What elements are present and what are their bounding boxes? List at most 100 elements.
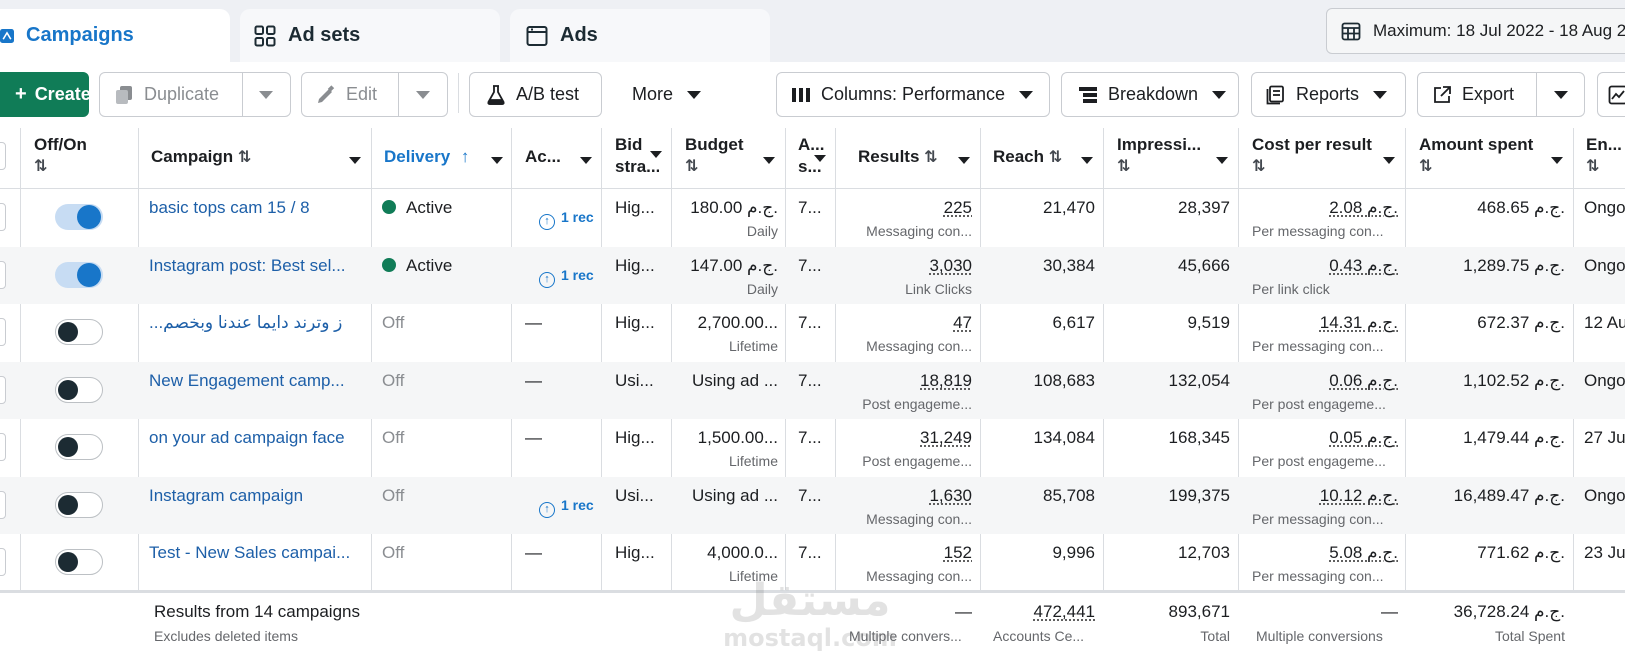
column-header-results-chevron-icon[interactable]	[958, 157, 970, 164]
column-header-impressions-chevron-icon[interactable]	[1216, 157, 1228, 164]
cost-per-result-value[interactable]: 0.06 ج.م.	[1248, 370, 1398, 392]
column-header-impressions[interactable]: Impressi... ⇅	[1117, 134, 1217, 178]
column-header-reach[interactable]: Reach ⇅	[993, 146, 1073, 169]
column-header-amount-spent-chevron-icon[interactable]	[1551, 157, 1563, 164]
budget-value: 4,000.0...	[680, 542, 778, 564]
recommendation-badge[interactable]: ↑ 1 rec	[539, 267, 601, 288]
campaign-name-link[interactable]: Instagram campaign	[149, 485, 359, 507]
export-dropdown-chevron-icon[interactable]	[1554, 91, 1568, 99]
row-select-checkbox[interactable]	[0, 433, 6, 461]
delivery-status-label: Off	[382, 428, 404, 447]
cost-per-result-value[interactable]: 5.08 ج.م.	[1248, 542, 1398, 564]
column-header-attribution-chevron-icon[interactable]	[814, 155, 826, 162]
table-row[interactable]: ...ز وترند دايما عندنا وبخصم Off — Hig... 2,…	[0, 304, 1625, 361]
ads-icon	[526, 25, 548, 47]
table-row[interactable]: on your ad campaign face Off — Hig... 1,500.…	[0, 419, 1625, 476]
cost-per-result-value[interactable]: 0.43 ج.م.	[1248, 255, 1398, 277]
campaign-on-off-toggle[interactable]	[55, 319, 103, 345]
row-select-checkbox[interactable]	[0, 548, 6, 576]
ends-value: 27 Jun	[1584, 427, 1625, 449]
tab-ad-sets[interactable]: Ad sets	[240, 9, 500, 62]
column-header-cost-per-result[interactable]: Cost per result ⇅	[1252, 134, 1392, 178]
sort-icon: ⇅	[1586, 156, 1625, 178]
select-all-checkbox[interactable]	[0, 142, 6, 170]
table-row[interactable]: Test - New Sales campai... Off — Hig... 4,00…	[0, 534, 1625, 591]
create-button[interactable]: + Create	[0, 72, 89, 117]
column-header-bid-strategy-chevron-icon[interactable]	[650, 151, 662, 158]
date-range-picker[interactable]: Maximum: 18 Jul 2022 - 18 Aug 2022	[1326, 8, 1625, 54]
campaign-on-off-toggle[interactable]	[55, 434, 103, 460]
column-header-budget-chevron-icon[interactable]	[763, 157, 775, 164]
column-header-actions[interactable]: Ac...	[525, 146, 573, 168]
results-value[interactable]: 1,630	[845, 485, 972, 507]
campaign-name-link[interactable]: Instagram post: Best sel...	[149, 255, 359, 277]
row-select-checkbox[interactable]	[0, 491, 6, 519]
budget-value: 180.00 ج.م.	[680, 197, 778, 219]
column-header-delivery[interactable]: Delivery ↑	[384, 146, 484, 168]
tab-campaigns[interactable]: Campaigns	[0, 9, 230, 62]
results-value[interactable]: 31,249	[845, 427, 972, 449]
tab-ads[interactable]: Ads	[510, 9, 770, 62]
table-row[interactable]: New Engagement camp... Off — Usi... Using ad…	[0, 362, 1625, 419]
results-value[interactable]: 47	[845, 312, 972, 334]
row-select-checkbox[interactable]	[0, 203, 6, 231]
cost-per-result-value[interactable]: 14.31 ج.م.	[1248, 312, 1398, 334]
campaign-on-off-toggle[interactable]	[55, 377, 103, 403]
recommendation-badge[interactable]: ↑ 1 rec	[539, 497, 601, 518]
campaign-name-link[interactable]: Test - New Sales campai...	[149, 542, 359, 564]
column-header-budget[interactable]: Budget ⇅	[685, 134, 765, 178]
cost-per-result-value[interactable]: 10.12 ج.م.	[1248, 485, 1398, 507]
campaign-name-link[interactable]: New Engagement camp...	[149, 370, 359, 392]
column-header-actions-chevron-icon[interactable]	[580, 157, 592, 164]
column-header-campaign-chevron-icon[interactable]	[349, 157, 361, 164]
results-value[interactable]: 18,819	[845, 370, 972, 392]
table-row[interactable]: basic tops cam 15 / 8 Active ↑ 1 rec Hig... 1…	[0, 189, 1625, 246]
column-header-results[interactable]: Results ⇅	[858, 146, 958, 169]
cost-per-result-value[interactable]: 2.08 ج.م.	[1248, 197, 1398, 219]
results-value[interactable]: 225	[845, 197, 972, 219]
table-row[interactable]: Instagram campaign Off ↑ 1 rec Usi... Using a…	[0, 477, 1625, 534]
reports-button[interactable]: Reports	[1251, 72, 1406, 117]
column-header-amount-spent[interactable]: Amount spent ⇅	[1419, 134, 1549, 178]
ab-test-button[interactable]: A/B test	[469, 72, 602, 117]
sort-icon: ⇅	[1252, 156, 1392, 178]
recommendation-badge[interactable]: ↑ 1 rec	[539, 209, 601, 230]
campaign-name-link[interactable]: ...ز وترند دايما عندنا وبخصم	[149, 312, 359, 334]
campaign-on-off-toggle[interactable]	[55, 549, 103, 575]
column-header-ends[interactable]: En... ⇅	[1586, 134, 1625, 178]
cost-per-result-value[interactable]: 0.05 ج.م.	[1248, 427, 1398, 449]
table-row[interactable]: Instagram post: Best sel... Active ↑ 1 rec H…	[0, 247, 1625, 304]
row-select-checkbox[interactable]	[0, 261, 6, 289]
duplicate-dropdown-chevron-icon[interactable]	[259, 91, 273, 99]
row-select-checkbox[interactable]	[0, 318, 6, 346]
attribution-setting: 7...	[798, 197, 830, 219]
results-value[interactable]: 3,030	[845, 255, 972, 277]
row-select-checkbox[interactable]	[0, 376, 6, 404]
campaign-name-link[interactable]: basic tops cam 15 / 8	[149, 197, 359, 219]
more-button[interactable]: More	[618, 72, 718, 117]
amount-spent-value: 1,102.52 ج.م.	[1415, 370, 1565, 392]
tab-campaigns-label: Campaigns	[26, 24, 134, 47]
columns-button[interactable]: Columns: Performance	[776, 72, 1050, 117]
charts-button[interactable]	[1597, 72, 1625, 117]
edit-dropdown-chevron-icon[interactable]	[416, 91, 430, 99]
amount-spent-value: 16,489.47 ج.م.	[1415, 485, 1565, 507]
column-header-campaign[interactable]: Campaign ⇅	[151, 146, 351, 169]
attribution-setting: 7...	[798, 485, 830, 507]
results-value[interactable]: 152	[845, 542, 972, 564]
delivery-status-label: Off	[382, 486, 404, 505]
edit-button[interactable]: Edit	[301, 72, 448, 117]
export-button[interactable]: Export	[1417, 72, 1585, 117]
breakdown-button[interactable]: Breakdown	[1061, 72, 1239, 117]
campaign-on-off-toggle[interactable]	[55, 492, 103, 518]
campaign-on-off-toggle[interactable]	[55, 204, 103, 230]
column-header-delivery-chevron-icon[interactable]	[491, 157, 503, 164]
table-header: Off/On ⇅ Campaign ⇅ Delivery ↑ Ac... Bid…	[0, 128, 1625, 189]
campaign-name-link[interactable]: on your ad campaign face	[149, 427, 359, 449]
campaign-on-off-toggle[interactable]	[55, 262, 103, 288]
column-header-cost-per-result-chevron-icon[interactable]	[1383, 157, 1395, 164]
duplicate-button[interactable]: Duplicate	[99, 72, 291, 117]
column-header-off-on[interactable]: Off/On ⇅	[34, 134, 134, 178]
column-header-reach-chevron-icon[interactable]	[1081, 157, 1093, 164]
delivery-status: Off	[382, 427, 507, 449]
